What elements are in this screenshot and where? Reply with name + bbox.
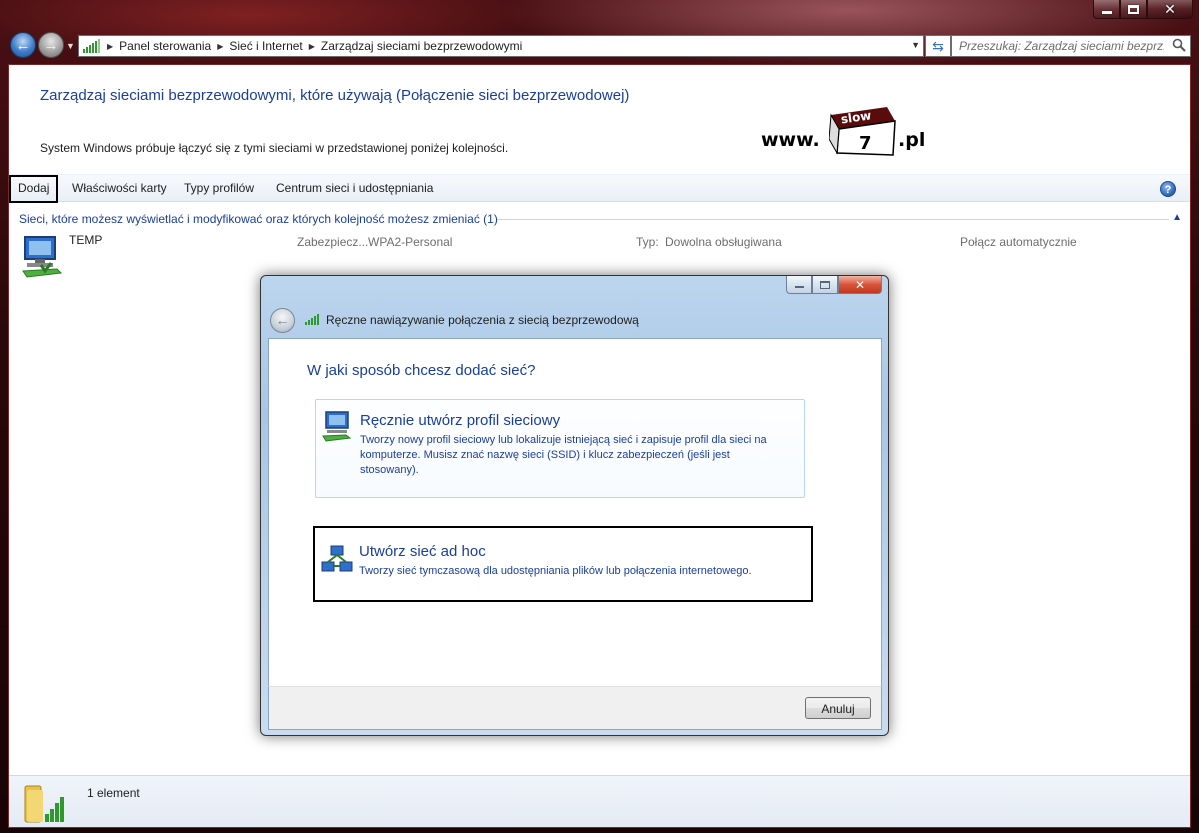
dialog-footer: Anuluj <box>268 686 882 730</box>
navigation-bar: ← → ▼ ▶ Panel sterowania ▶ Sieć i Intern… <box>8 32 1191 58</box>
network-signal-icon <box>83 39 100 53</box>
recent-pages-dropdown[interactable]: ▼ <box>66 41 75 51</box>
dialog-minimize-button[interactable] <box>786 276 812 294</box>
dialog-back-button[interactable]: ← <box>270 308 295 333</box>
close-icon: ✕ <box>1164 1 1176 17</box>
wireless-network-icon <box>22 236 63 278</box>
manual-profile-option[interactable]: Ręcznie utwórz profil sieciowy Tworzy no… <box>315 399 805 498</box>
forward-arrow-icon: → <box>43 36 59 54</box>
svg-text:7: 7 <box>859 133 872 154</box>
breadcrumb-siec-i-internet[interactable]: Sieć i Internet <box>229 39 302 53</box>
add-button[interactable]: Dodaj <box>9 175 59 203</box>
search-box[interactable] <box>951 35 1191 57</box>
forward-button[interactable]: → <box>38 32 64 58</box>
auto-connect-label: Połącz automatycznie <box>960 235 1077 249</box>
minimize-button[interactable] <box>1093 0 1120 19</box>
security-label: Zabezpiecz... <box>297 235 369 249</box>
minimize-icon <box>1101 10 1112 14</box>
network-folder-icon <box>24 785 64 823</box>
back-button[interactable]: ← <box>10 32 36 58</box>
type-label: Typ: <box>636 235 659 249</box>
network-name: TEMP <box>69 233 103 247</box>
command-bar: Dodaj Właściwości karty Typy profilów Ce… <box>9 174 1190 203</box>
page-description: System Windows próbuje łączyć się z tymi… <box>40 141 509 155</box>
back-arrow-icon: ← <box>275 312 290 328</box>
close-button[interactable]: ✕ <box>1147 0 1193 19</box>
profile-types-button[interactable]: Typy profilów <box>177 175 261 203</box>
item-count: 1 element <box>87 786 140 800</box>
group-divider <box>497 219 1169 220</box>
window-caption-buttons: ✕ <box>1093 0 1193 19</box>
network-computer-icon <box>322 411 352 442</box>
manual-profile-title: Ręcznie utwórz profil sieciowy <box>360 412 561 429</box>
collapse-chevron-icon[interactable]: ▲ <box>1172 212 1182 223</box>
search-input[interactable] <box>959 39 1164 53</box>
breadcrumb-separator-icon[interactable]: ▶ <box>309 42 315 51</box>
refresh-icon: ⇆ <box>932 37 944 54</box>
dialog-question: W jaki sposób chcesz dodać sieć? <box>307 362 536 379</box>
maximize-icon <box>1128 4 1139 14</box>
breadcrumb-current[interactable]: Zarządzaj sieciami bezprzewodowymi <box>321 39 522 53</box>
page-title: Zarządzaj sieciami bezprzewodowymi, któr… <box>40 87 630 104</box>
type-value: Dowolna obsługiwana <box>665 235 782 249</box>
adhoc-network-title: Utwórz sieć ad hoc <box>359 543 486 560</box>
breadcrumb-separator-icon[interactable]: ▶ <box>107 42 113 51</box>
maximize-icon <box>820 280 830 289</box>
address-dropdown-icon[interactable]: ▼ <box>911 40 920 50</box>
minimize-icon <box>794 286 804 288</box>
dialog-caption-buttons: ✕ <box>786 276 882 294</box>
refresh-button[interactable]: ⇆ <box>925 35 951 57</box>
dialog-title: Ręczne nawiązywanie połączenia z siecią … <box>326 313 639 327</box>
security-value: WPA2-Personal <box>368 235 453 249</box>
watermark-logo: www. slow 7 .pl <box>761 107 926 156</box>
address-bar[interactable]: ▶ Panel sterowania ▶ Sieć i Internet ▶ Z… <box>78 35 924 57</box>
search-icon[interactable] <box>1172 38 1186 52</box>
help-icon[interactable]: ? <box>1160 181 1176 197</box>
adhoc-network-option[interactable]: Utwórz sieć ad hoc Tworzy sieć tymczasow… <box>313 526 813 602</box>
adhoc-network-icon <box>321 545 353 572</box>
wireless-signal-icon <box>305 314 319 325</box>
cancel-button[interactable]: Anuluj <box>805 697 871 719</box>
back-arrow-icon: ← <box>15 36 31 54</box>
network-center-button[interactable]: Centrum sieci i udostępniania <box>269 175 440 203</box>
status-bar: 1 element <box>9 775 1190 827</box>
manual-connect-dialog: ✕ ← Ręczne nawiązywanie połączenia z sie… <box>260 275 889 736</box>
close-icon: ✕ <box>854 277 866 292</box>
breadcrumb-separator-icon[interactable]: ▶ <box>217 42 223 51</box>
group-header[interactable]: Sieci, które możesz wyświetlać i modyfik… <box>19 212 498 226</box>
dialog-maximize-button[interactable] <box>812 276 838 294</box>
breadcrumb-panel-sterowania[interactable]: Panel sterowania <box>119 39 211 53</box>
maximize-button[interactable] <box>1120 0 1147 19</box>
adhoc-network-description: Tworzy sieć tymczasową dla udostępniania… <box>359 565 752 577</box>
adapter-properties-button[interactable]: Właściwości karty <box>65 175 174 203</box>
dialog-content: W jaki sposób chcesz dodać sieć? Ręcznie… <box>268 338 882 686</box>
dialog-close-button[interactable]: ✕ <box>838 276 882 294</box>
manual-profile-description: Tworzy nowy profil sieciowy lub lokalizu… <box>360 434 767 476</box>
